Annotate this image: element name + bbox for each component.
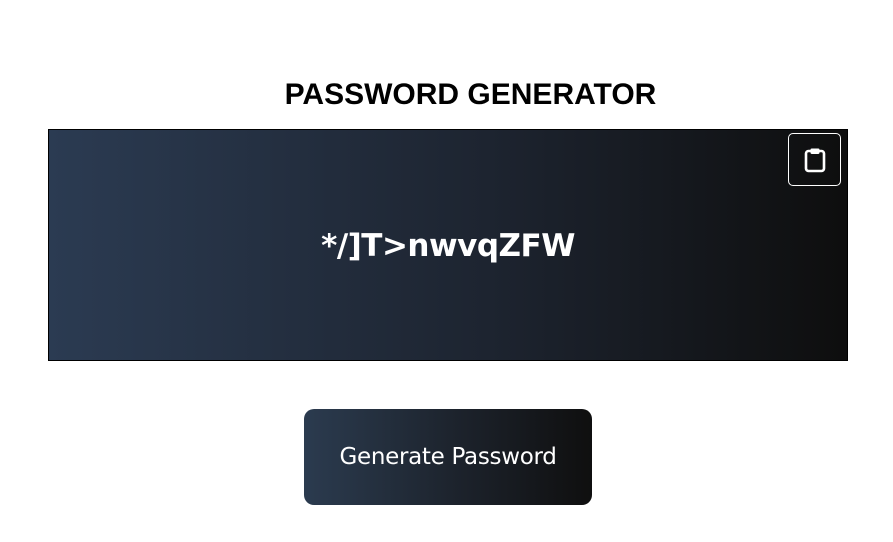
clipboard-icon: [804, 147, 826, 173]
password-display: */]T>nwvqZFW: [48, 129, 848, 361]
password-generator-page: PASSWORD GENERATOR */]T>nwvqZFW Generate…: [0, 0, 893, 542]
page-title: PASSWORD GENERATOR: [284, 78, 657, 111]
copy-button[interactable]: [788, 133, 841, 186]
generated-password: */]T>nwvqZFW: [321, 228, 575, 264]
generate-password-button[interactable]: Generate Password: [304, 409, 592, 505]
